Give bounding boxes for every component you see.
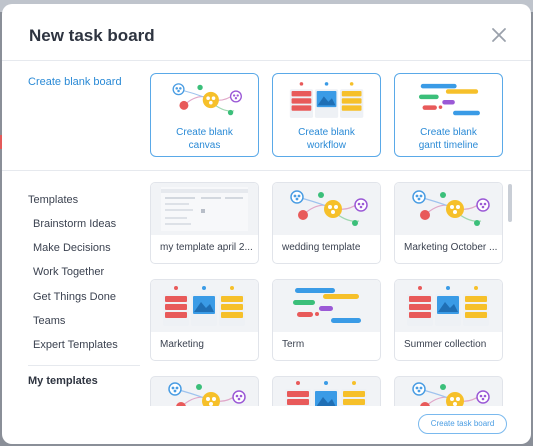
mindmap-thumbnail-icon [405,187,492,231]
workflow-thumbnail-icon [405,284,492,328]
templates-heading[interactable]: Templates [28,194,78,206]
template-card[interactable]: Marketing [150,279,259,361]
template-thumbnail [395,280,502,332]
gantt-thumbnail-icon [283,284,370,328]
template-card-label: Summer collection [404,339,487,350]
sidebar-item-decisions[interactable]: Make Decisions [33,242,111,254]
sidebar-item-expert-templates[interactable]: Expert Templates [33,339,118,351]
sidebar-divider [28,365,140,366]
template-card-label: Term [282,339,305,350]
create-blank-gantt-card[interactable]: Create blank gantt timeline [394,73,503,157]
sidebar-item-work-together[interactable]: Work Together [33,266,104,278]
create-blank-canvas-card[interactable]: Create blank canvas [150,73,259,157]
template-card-partial[interactable] [272,376,381,406]
template-thumbnail [151,183,258,235]
template-thumbnail [273,183,380,235]
my-templates-heading[interactable]: My templates [28,375,98,387]
template-list-scrollbar[interactable] [508,184,512,222]
template-thumbnail [273,280,380,332]
mindmap-thumbnail-icon [283,187,370,231]
template-card-label: wedding template [282,242,361,253]
create-card-label: Create blank workflow [298,127,355,151]
workflow-thumbnail-icon [161,284,248,328]
workflow-thumbnail-icon [283,379,370,406]
template-card-label: Marketing [160,339,204,350]
document-thumbnail-icon [161,187,248,231]
create-blank-workflow-card[interactable]: Create blank workflow [272,73,381,157]
template-card-partial[interactable] [150,376,259,406]
create-card-label: Create blank canvas [176,127,233,151]
mindmap-thumbnail-icon [405,379,492,406]
create-task-board-button[interactable]: Create task board [418,414,507,434]
template-card-label: Marketing October ... [404,242,498,253]
template-card[interactable]: my template april 2... [150,182,259,264]
template-card[interactable]: Summer collection [394,279,503,361]
template-card[interactable]: wedding template [272,182,381,264]
template-thumbnail [395,183,502,235]
template-card-partial[interactable] [394,376,503,406]
mindmap-thumbnail-icon [161,379,248,406]
template-categories-sidebar: Templates Brainstorm Ideas Make Decision… [2,170,147,444]
create-blank-board-link[interactable]: Create blank board [28,76,122,88]
new-task-board-dialog: New task board Create blank board Create… [2,4,531,444]
template-thumbnail [151,280,258,332]
workflow-thumbnail-icon [288,78,366,122]
sidebar-item-brainstorm[interactable]: Brainstorm Ideas [33,218,116,230]
header-divider [2,60,531,61]
sidebar-item-get-things-done[interactable]: Get Things Done [33,291,116,303]
template-card[interactable]: Marketing October ... [394,182,503,264]
close-icon[interactable] [490,26,508,44]
template-card[interactable]: Term [272,279,381,361]
dialog-title: New task board [29,26,155,45]
mindmap-thumbnail-icon [166,78,244,122]
create-card-label: Create blank gantt timeline [418,127,479,151]
sidebar-item-teams[interactable]: Teams [33,315,65,327]
template-card-label: my template april 2... [160,242,253,253]
gantt-thumbnail-icon [410,78,488,122]
